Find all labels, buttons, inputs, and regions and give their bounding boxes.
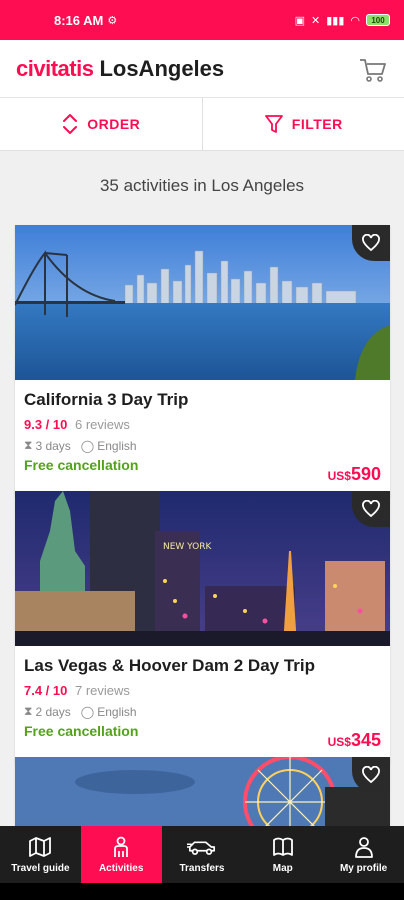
nav-my-profile[interactable]: My profile [323,826,404,883]
person-icon [114,836,129,857]
activity-image[interactable]: NEW YORK [15,491,390,646]
signal-icon: ▮▮▮ [326,14,345,27]
activity-card[interactable] [15,757,390,827]
activity-title[interactable]: Las Vegas & Hoover Dam 2 Day Trip [24,656,381,676]
review-count: 6 reviews [75,417,130,432]
activity-price: US$345 [328,730,381,751]
price-currency: US$ [327,735,351,749]
hourglass-icon: ⧗ [24,704,33,718]
las-vegas-night-image: NEW YORK [15,491,390,646]
activity-price: US$590 [328,464,381,485]
nav-label: Travel guide [11,862,70,874]
fold-map-icon [272,837,293,856]
san-francisco-skyline-image [15,225,390,380]
wifi-icon: ◠ [350,14,360,27]
status-icons: ▣ ✕ ▮▮▮ ◠ 100 [295,14,390,27]
language-text: English [97,438,137,453]
nav-activities[interactable]: Activities [80,826,162,883]
activity-meta: ⧗ 3 days ◯ English [24,438,381,453]
duration-text: 2 days [35,704,71,719]
speech-bubble-icon: ◯ [80,438,95,453]
price-amount: 345 [350,730,381,750]
cart-icon[interactable] [358,54,388,84]
bottom-navigation: Travel guide Activities Transfers Map My… [0,826,404,883]
car-icon [186,840,216,855]
activity-card[interactable]: California 3 Day Trip 9.3 / 10 6 reviews… [15,225,390,497]
language: ◯ English [81,439,137,453]
profile-icon [354,836,373,858]
heart-icon [362,234,380,252]
map-icon [29,836,52,857]
price-amount: 590 [350,464,381,484]
heart-icon [362,766,380,784]
app-header: civitatis LosAngeles [0,40,404,98]
order-button[interactable]: ORDER [0,98,202,150]
duration: ⧗ 3 days [24,438,71,453]
sort-icon [63,114,78,134]
heart-icon [362,500,380,518]
system-gesture-bar [0,883,404,900]
filter-label: FILTER [291,116,343,132]
santa-monica-pier-image [15,757,390,827]
nav-label: Transfers [179,862,225,874]
page-title: LosAngeles [99,55,225,81]
filter-button[interactable]: FILTER [201,98,404,150]
review-count: 7 reviews [75,683,130,698]
sort-filter-bar: ORDER FILTER [0,98,404,151]
brand-logo[interactable]: civitatis [16,56,94,82]
nav-travel-guide[interactable]: Travel guide [0,826,81,883]
hourglass-icon: ⧗ [24,438,33,452]
language: ◯ English [81,705,137,719]
filter-icon [264,115,283,133]
language-text: English [97,704,137,719]
results-count: 35 activities in Los Angeles [99,176,305,195]
order-label: ORDER [87,116,141,132]
activity-rating: 7.4 / 10 7 reviews [24,683,381,698]
nav-label: Activities [98,862,144,874]
activity-rating: 9.3 / 10 6 reviews [24,417,381,432]
svg-text:NEW YORK: NEW YORK [163,542,213,552]
activity-image[interactable] [15,757,390,827]
activity-image[interactable] [15,225,390,380]
nav-map[interactable]: Map [242,826,323,883]
settings-status-icon: ⚙ [107,14,118,27]
activity-title[interactable]: California 3 Day Trip [24,390,381,410]
activity-meta: ⧗ 2 days ◯ English [24,704,381,719]
status-bar: 8:16 AM ⚙ ▣ ✕ ▮▮▮ ◠ 100 [0,0,404,40]
duration: ⧗ 2 days [24,704,71,719]
nav-label: Map [272,862,293,874]
mute-icon: ✕ [311,14,321,27]
nfc-icon: ▣ [294,14,305,27]
price-currency: US$ [327,469,351,483]
speech-bubble-icon: ◯ [80,704,95,719]
nav-transfers[interactable]: Transfers [162,826,243,883]
duration-text: 3 days [35,438,71,453]
status-time: 8:16 AM [54,12,104,28]
nav-label: My profile [339,862,388,874]
battery-icon: 100 [366,14,390,26]
rating-score: 9.3 / 10 [24,417,68,432]
rating-score: 7.4 / 10 [24,683,68,698]
activity-card[interactable]: NEW YORK Las Vegas & Hoover Dam 2 Day Tr… [15,491,390,763]
